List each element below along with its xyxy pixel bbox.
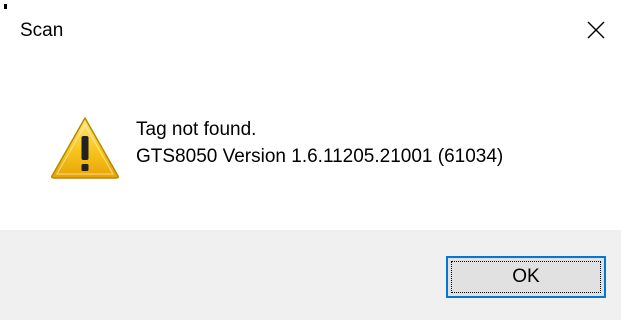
message-text: Tag not found. GTS8050 Version 1.6.11205… bbox=[136, 116, 503, 170]
close-button[interactable] bbox=[571, 0, 621, 60]
ok-button-label: OK bbox=[512, 266, 540, 287]
close-icon bbox=[587, 21, 605, 39]
button-bar: OK bbox=[0, 230, 621, 320]
window-title: Scan bbox=[20, 20, 64, 41]
message-line-2: GTS8050 Version 1.6.11205.21001 (61034) bbox=[136, 146, 504, 167]
dialog-content: Tag not found. GTS8050 Version 1.6.11205… bbox=[0, 64, 621, 230]
ok-button[interactable]: OK bbox=[446, 256, 606, 298]
message-dialog: Scan Tag not found. GTS8050 Version 1.6.… bbox=[0, 0, 621, 320]
message-line-1: Tag not found. bbox=[136, 119, 257, 140]
warning-icon bbox=[51, 117, 119, 179]
title-bar[interactable]: Scan bbox=[0, 0, 621, 64]
system-menu-mark bbox=[4, 4, 7, 9]
